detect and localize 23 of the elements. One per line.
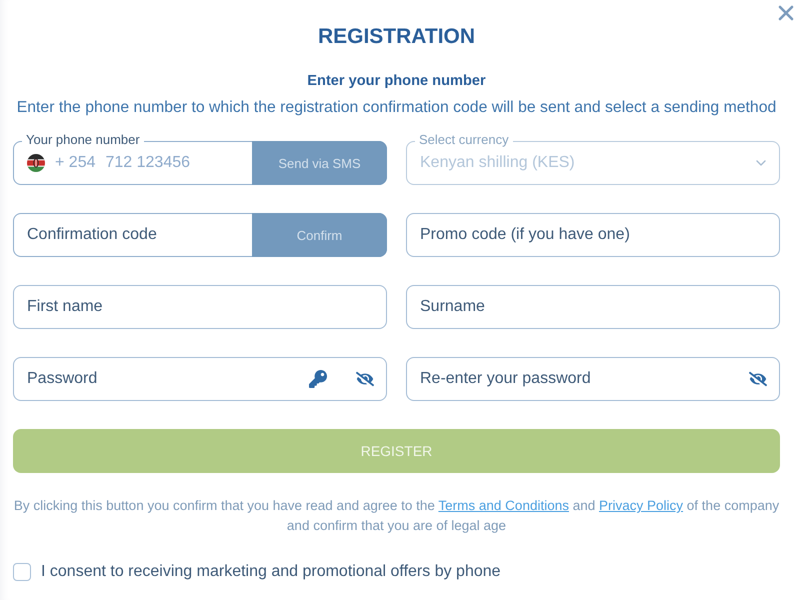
key-icon[interactable] [309,370,327,388]
close-button[interactable] [778,5,794,21]
consent-checkbox[interactable] [13,563,31,581]
country-code: + 254 [55,154,96,172]
input-field[interactable]: First name [13,285,387,329]
field-label: Select currency [415,132,513,148]
dialog-title: REGISTRATION [316,24,476,49]
close-icon [778,5,794,21]
field-label: Your phone number [22,132,144,148]
password-field[interactable]: Re-enter your password [406,357,780,401]
eye-slash-icon[interactable] [356,370,374,388]
text-link[interactable]: Privacy Policy [599,498,684,513]
password-field[interactable]: Password [13,357,387,401]
text-link[interactable]: Terms and Conditions [438,498,569,513]
eye-slash-icon[interactable] [749,370,767,388]
instructions-text: Enter the phone number to which the registration confirmation code will be sent and select a sending method [16,99,778,117]
flag-icon [27,154,45,172]
code-field[interactable]: Confirmation code Confirm [13,213,387,257]
input-field[interactable]: Promo code (if you have one) [406,213,780,257]
legal-notice: By clicking this button you confirm that you have read and agree to the Terms and Conditions and Privacy Policy of the company and confirm that you are of legal age [13,497,780,535]
input-field[interactable]: Surname [406,285,780,329]
section-title: Enter your phone number [306,72,487,90]
consent-label: I consent to receiving marketing and promotional offers by phone [41,563,501,581]
